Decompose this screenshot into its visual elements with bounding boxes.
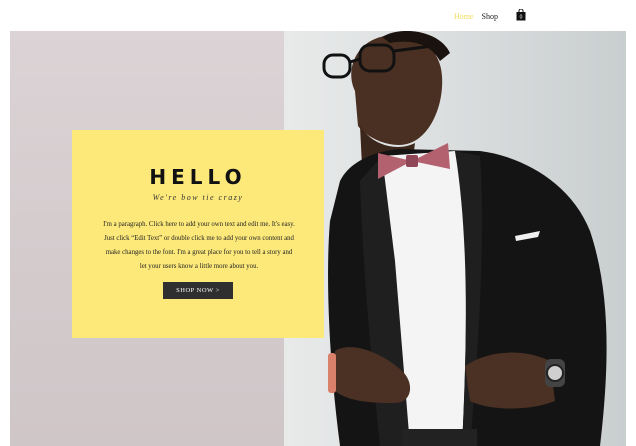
nav-item-home[interactable]: Home (454, 12, 474, 21)
hero-section: HELLO We're bow tie crazy I'm a paragrap… (10, 31, 626, 446)
hero-title: HELLO (149, 165, 247, 189)
main-nav: Home Shop 0 (454, 8, 526, 22)
hero-subtitle: We're bow tie crazy (152, 193, 244, 202)
shop-now-button[interactable]: SHOP NOW > (163, 282, 233, 299)
hero-text-card: HELLO We're bow tie crazy I'm a paragrap… (72, 130, 324, 338)
hero-paragraph: I'm a paragraph. Click here to add your … (103, 221, 295, 270)
cart-count: 0 (520, 15, 523, 21)
site-header: Home Shop 0 (0, 0, 636, 31)
nav-item-shop[interactable]: Shop (482, 12, 498, 21)
shopping-bag-icon[interactable]: 0 (516, 8, 526, 21)
